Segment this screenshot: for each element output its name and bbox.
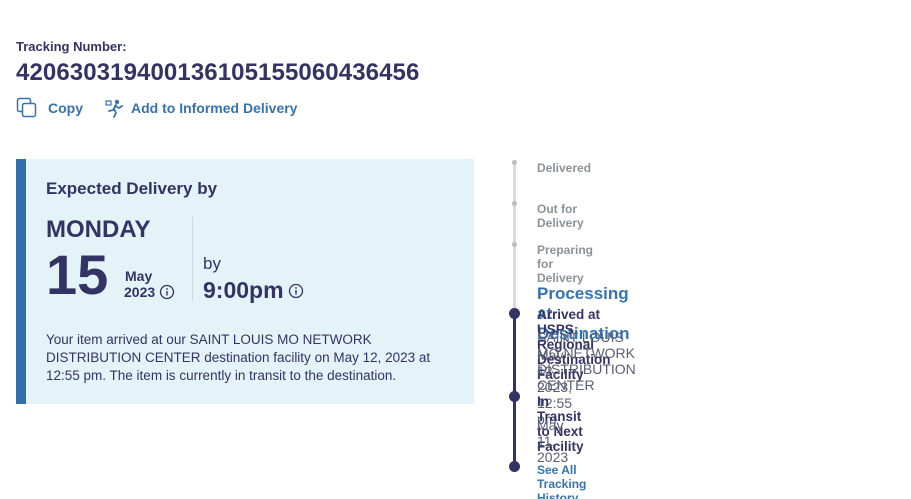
informed-delivery-label: Add to Informed Delivery bbox=[131, 100, 298, 116]
info-icon[interactable] bbox=[159, 284, 175, 300]
timeline-dot bbox=[512, 242, 517, 247]
timeline-dot bbox=[509, 461, 520, 472]
tracking-number-label: Tracking Number: bbox=[16, 39, 127, 54]
step-delivered: Delivered bbox=[537, 161, 592, 175]
delivery-time-row: 9:00pm bbox=[203, 277, 304, 304]
timeline-dot bbox=[509, 391, 520, 402]
info-icon[interactable] bbox=[288, 283, 304, 299]
copy-icon bbox=[16, 97, 38, 119]
timeline-upcoming-line bbox=[513, 160, 516, 310]
timeline-dot bbox=[512, 201, 517, 206]
expected-delivery-title: Expected Delivery by bbox=[46, 179, 218, 198]
copy-button[interactable]: Copy bbox=[16, 97, 83, 119]
informed-delivery-icon bbox=[105, 98, 125, 118]
delivery-description: Your item arrived at our SAINT LOUIS MO … bbox=[46, 332, 431, 383]
date-time-divider bbox=[192, 217, 193, 301]
expected-delivery-card: Expected Delivery by MONDAY 15 May 2023 … bbox=[16, 159, 474, 404]
delivery-year: 2023 bbox=[124, 284, 156, 300]
delivery-day: MONDAY bbox=[46, 216, 151, 243]
delivery-year-row: 2023 bbox=[124, 284, 175, 300]
step-preparing-for-delivery: Preparing for Delivery bbox=[537, 243, 594, 285]
tracking-number: 420630319400136105155060436456 bbox=[16, 59, 420, 86]
event-datetime: May 11, 2023 bbox=[537, 417, 569, 465]
timeline-dot bbox=[512, 160, 517, 165]
tracking-actions: Copy Add to Informed Delivery bbox=[16, 97, 297, 119]
step-out-for-delivery: Out for Delivery bbox=[537, 202, 584, 230]
delivery-time: 9:00pm bbox=[203, 277, 284, 303]
delivery-date: 15 bbox=[46, 243, 109, 306]
by-label: by bbox=[203, 254, 221, 273]
timeline-progress-line bbox=[513, 312, 516, 468]
add-informed-delivery-button[interactable]: Add to Informed Delivery bbox=[105, 98, 297, 118]
timeline-dot-current bbox=[509, 308, 520, 319]
copy-label: Copy bbox=[48, 100, 83, 116]
delivery-month: May bbox=[125, 268, 153, 284]
see-all-tracking-history-link[interactable]: See All Tracking History bbox=[537, 463, 586, 499]
